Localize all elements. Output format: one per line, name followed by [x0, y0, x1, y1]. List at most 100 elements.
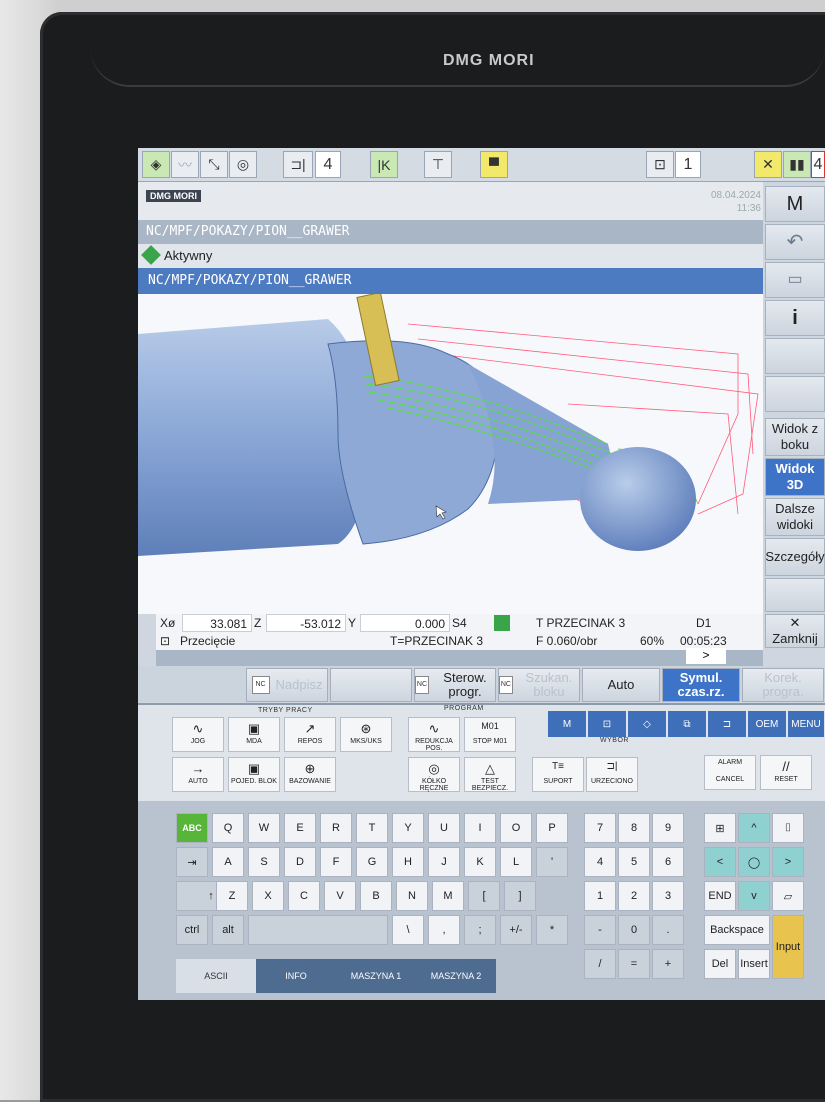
- key-row3-1[interactable]: Z: [216, 881, 248, 911]
- numpad-7[interactable]: 2: [618, 881, 650, 911]
- key-row3-9[interactable]: ]: [504, 881, 536, 911]
- key-row2-8[interactable]: K: [464, 847, 496, 877]
- rsk-empty-1[interactable]: [765, 338, 825, 374]
- key-row2-5[interactable]: G: [356, 847, 388, 877]
- numpad-14[interactable]: +: [652, 949, 684, 979]
- key-row2-0[interactable]: ⇥: [176, 847, 208, 877]
- key-nav-page[interactable]: ⌷: [772, 813, 804, 843]
- key-stop-m01[interactable]: M01 STOP M01: [464, 717, 516, 752]
- key-q[interactable]: Q: [212, 813, 244, 843]
- key-space[interactable]: [248, 915, 388, 945]
- active-program-path[interactable]: NC/MPF/POKAZY/PION__GRAWER: [138, 268, 763, 294]
- numpad-3[interactable]: 4: [584, 847, 616, 877]
- tab-menu[interactable]: MENU: [788, 711, 824, 737]
- key-t[interactable]: T: [356, 813, 388, 843]
- key-row2-2[interactable]: S: [248, 847, 280, 877]
- handwheel-icon[interactable]: ◎: [229, 151, 257, 178]
- numpad-2[interactable]: 9: [652, 813, 684, 843]
- rsk-side-view[interactable]: Widok z boku: [765, 418, 825, 456]
- key-safety-test[interactable]: △ TEST BEZPIECZ.: [464, 757, 516, 792]
- hsk-simulation[interactable]: Symul. czas.rz.: [662, 668, 740, 702]
- tab-machine[interactable]: M: [548, 711, 586, 737]
- mode-icon[interactable]: |K: [370, 151, 398, 178]
- key-nav-shape[interactable]: ▱: [772, 881, 804, 911]
- numpad-9[interactable]: -: [584, 915, 616, 945]
- key-nav-grid[interactable]: ⊞: [704, 813, 736, 843]
- rsk-info[interactable]: i: [765, 300, 825, 336]
- key-reference[interactable]: ⊕ BAZOWANIE: [284, 757, 336, 792]
- rsk-empty-3[interactable]: [765, 578, 825, 612]
- key-reset[interactable]: // RESET: [760, 755, 812, 790]
- keyboard-tab-3[interactable]: MASZYNA 2: [416, 959, 496, 993]
- keyboard-tab-1[interactable]: INFO: [256, 959, 336, 993]
- rsk-keyboard[interactable]: ▭: [765, 262, 825, 298]
- hsk-override[interactable]: NC Nadpisz: [246, 668, 328, 702]
- key-row2-7[interactable]: J: [428, 847, 460, 877]
- key-arrow-down[interactable]: v: [738, 881, 770, 911]
- key-row2-9[interactable]: L: [500, 847, 532, 877]
- key-reduction[interactable]: ∿ REDUKCJA POS.: [408, 717, 460, 752]
- spindle-icon[interactable]: ⊐|: [283, 151, 313, 178]
- key-row4-6[interactable]: *: [536, 915, 568, 945]
- key-insert[interactable]: Insert: [738, 949, 770, 979]
- hsk-program-control[interactable]: NC Sterow. progr.: [414, 668, 496, 702]
- key-arrow-right[interactable]: >: [772, 847, 804, 877]
- key-row3-3[interactable]: C: [288, 881, 320, 911]
- rsk-empty-2[interactable]: [765, 376, 825, 412]
- axis-icon[interactable]: ⤡: [200, 151, 228, 178]
- rsk-more-views[interactable]: Dalsze widoki: [765, 498, 825, 536]
- key-repos[interactable]: ↗ REPOS: [284, 717, 336, 752]
- key-w[interactable]: W: [248, 813, 280, 843]
- numpad-11[interactable]: .: [652, 915, 684, 945]
- numpad-13[interactable]: =: [618, 949, 650, 979]
- door-icon[interactable]: ▀: [480, 151, 508, 178]
- key-row4-4[interactable]: ;: [464, 915, 496, 945]
- numpad-1[interactable]: 8: [618, 813, 650, 843]
- hsk-empty[interactable]: [330, 668, 412, 702]
- key-alarm-cancel[interactable]: ALARM CANCEL: [704, 755, 756, 790]
- rsk-undo[interactable]: ↶: [765, 224, 825, 260]
- key-row2-1[interactable]: A: [212, 847, 244, 877]
- key-arrow-left[interactable]: <: [704, 847, 736, 877]
- key-row3-7[interactable]: M: [432, 881, 464, 911]
- key-backspace[interactable]: Backspace: [704, 915, 770, 945]
- key-arrow-up[interactable]: ^: [738, 813, 770, 843]
- numpad-8[interactable]: 3: [652, 881, 684, 911]
- numpad-12[interactable]: /: [584, 949, 616, 979]
- key-del[interactable]: Del: [704, 949, 736, 979]
- key-i[interactable]: I: [464, 813, 496, 843]
- tab-program[interactable]: ⊡: [588, 711, 626, 737]
- coolant-icon[interactable]: ⊤: [424, 151, 452, 178]
- numpad-10[interactable]: 0: [618, 915, 650, 945]
- key-single-block[interactable]: ▣ POJED. BLOK: [228, 757, 280, 792]
- key-abc[interactable]: ABC: [176, 813, 208, 843]
- key-row2-4[interactable]: F: [320, 847, 352, 877]
- key-row3-8[interactable]: [: [468, 881, 500, 911]
- key-mks-uks[interactable]: ⊛ MKS/UKS: [340, 717, 392, 752]
- key-r[interactable]: R: [320, 813, 352, 843]
- hsk-block-search[interactable]: NC Szukan. bloku: [498, 668, 580, 702]
- key-row4-0[interactable]: ctrl: [176, 915, 208, 945]
- rsk-details[interactable]: Szczegóły: [765, 538, 825, 576]
- rsk-close[interactable]: ✕ Zamknij: [765, 614, 825, 648]
- keyboard-tab-0[interactable]: ASCII: [176, 959, 256, 993]
- cycle-status-icon[interactable]: ◈: [142, 151, 170, 178]
- key-row3-2[interactable]: X: [252, 881, 284, 911]
- numpad-4[interactable]: 5: [618, 847, 650, 877]
- tab-offset[interactable]: ◇: [628, 711, 666, 737]
- numpad-6[interactable]: 1: [584, 881, 616, 911]
- key-row3-4[interactable]: V: [324, 881, 356, 911]
- page-next-arrow[interactable]: >: [686, 648, 726, 664]
- key-row2-10[interactable]: ': [536, 847, 568, 877]
- key-select[interactable]: ⊐| URZECIONO: [586, 757, 638, 792]
- tab-alarm[interactable]: ⊐: [708, 711, 746, 737]
- key-o[interactable]: O: [500, 813, 532, 843]
- key-select-circle[interactable]: ◯: [738, 847, 770, 877]
- key-row2-3[interactable]: D: [284, 847, 316, 877]
- hsk-program-correction[interactable]: Korek. progra.: [742, 668, 824, 702]
- key-auto[interactable]: → AUTO: [172, 757, 224, 792]
- tab-oem[interactable]: OEM: [748, 711, 786, 737]
- key-row4-1[interactable]: alt: [212, 915, 244, 945]
- tools-icon[interactable]: ✕: [754, 151, 782, 178]
- tab-program-manager[interactable]: ⧉: [668, 711, 706, 737]
